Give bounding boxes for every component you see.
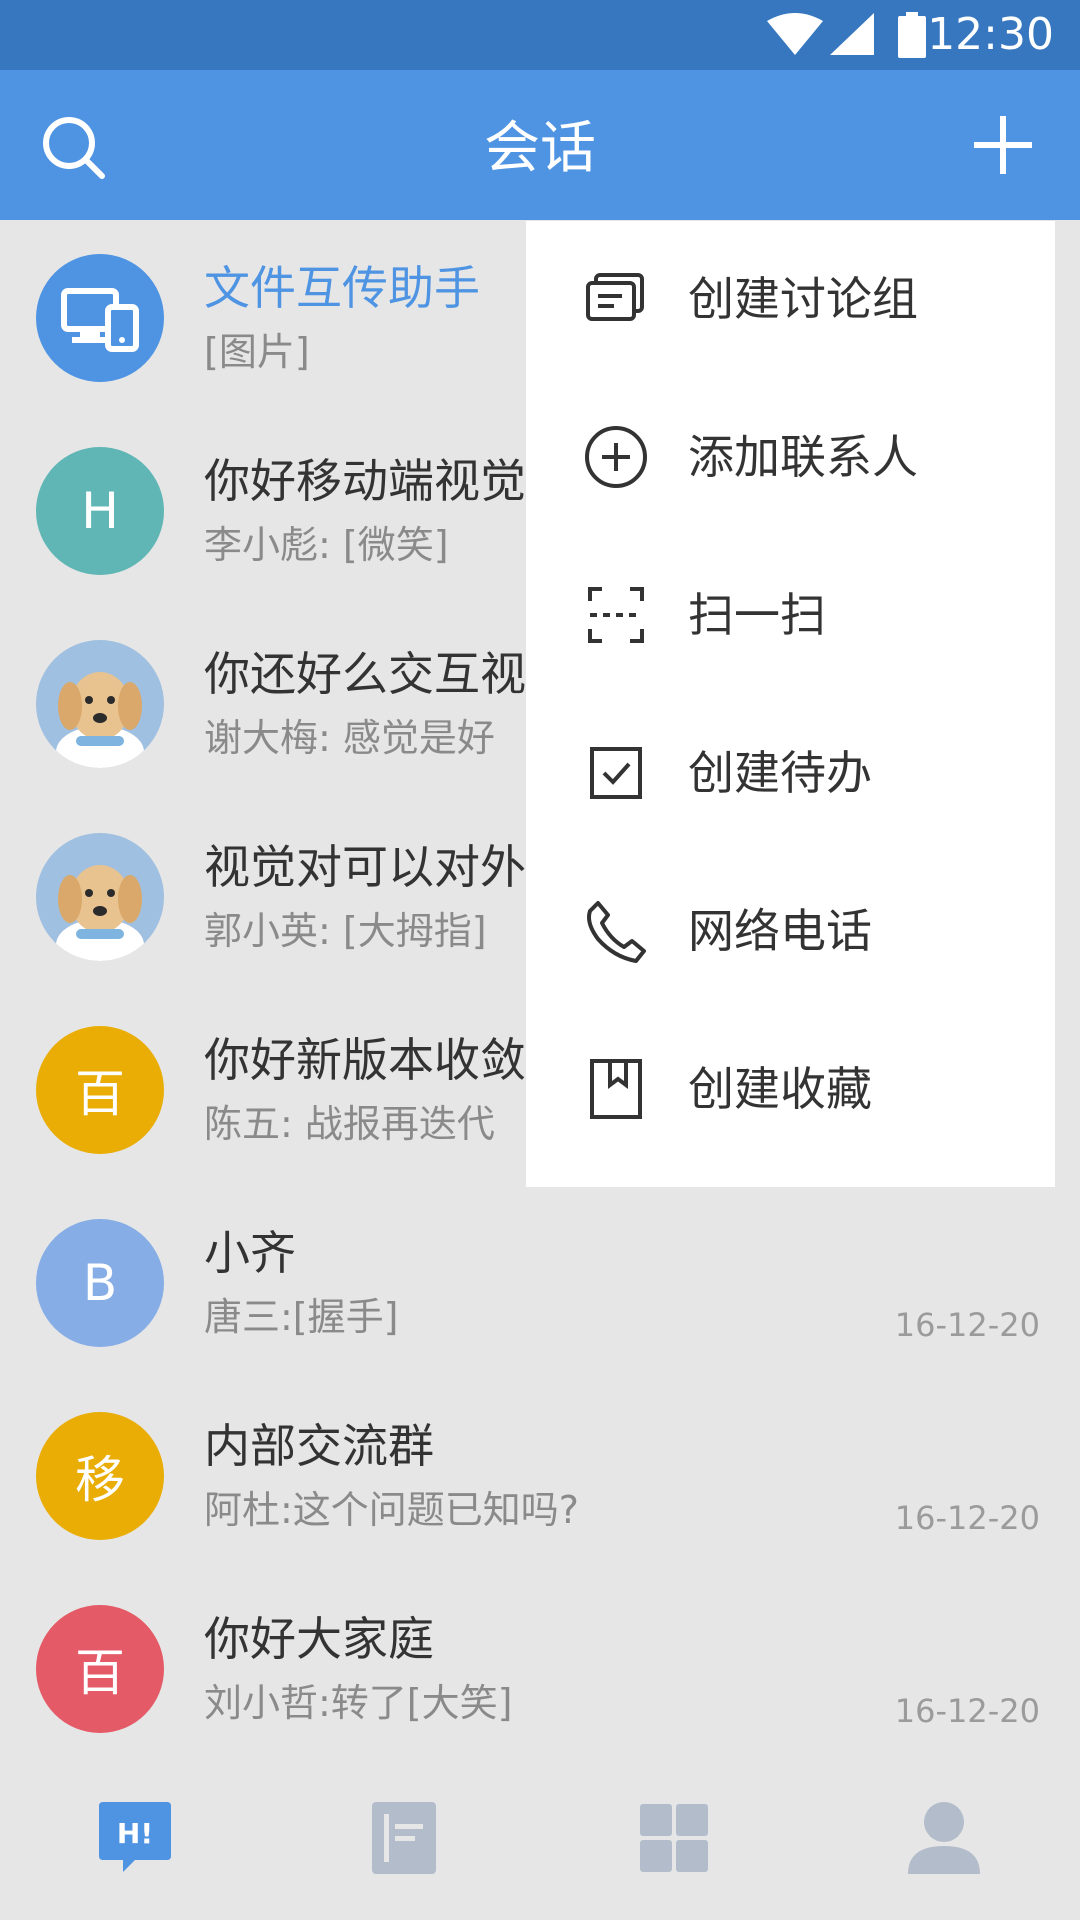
document-icon [372, 1802, 436, 1874]
menu-item-create-todo[interactable]: 创建待办 [526, 695, 1055, 853]
conversation-name: 内部交流群 [204, 1419, 434, 1473]
conversation-date: 16-12-20 [894, 1306, 1040, 1344]
conversation-date: 16-12-20 [894, 1499, 1040, 1537]
conversation-preview: 郭小英: [大拇指] [204, 909, 487, 953]
chat-bubble-icon: H! [99, 1802, 171, 1872]
discussion-group-icon [586, 273, 644, 321]
conversation-row[interactable]: 百 你好大家庭 刘小哲:转了[大笑] 16-12-20 [0, 1571, 1080, 1764]
avatar: H [36, 447, 164, 575]
tab-documents[interactable] [364, 1798, 454, 1888]
menu-item-create-favorite[interactable]: 创建收藏 [526, 1011, 1055, 1169]
conversation-preview: [图片] [204, 330, 310, 374]
menu-item-label: 扫一扫 [688, 588, 826, 642]
avatar: 百 [36, 1605, 164, 1733]
puppy-photo [56, 865, 144, 961]
checkbox-icon [590, 747, 642, 799]
menu-item-add-contact[interactable]: 添加联系人 [526, 379, 1055, 537]
page-title: 会话 [484, 116, 596, 181]
avatar: 百 [36, 1026, 164, 1154]
status-bar: 12:30 [0, 0, 1080, 70]
add-circle-icon [585, 426, 647, 488]
menu-item-network-call[interactable]: 网络电话 [526, 853, 1055, 1011]
conversation-preview: 阿杜:这个问题已知吗? [204, 1488, 579, 1532]
app-header: 会话 [0, 70, 1080, 220]
plus-icon[interactable] [972, 114, 1034, 176]
wifi-icon [767, 13, 823, 55]
avatar [36, 833, 164, 961]
devices-icon [61, 288, 139, 352]
conversation-date: 16-12-20 [894, 1692, 1040, 1730]
conversation-name: 你好新版本收敛 [204, 1033, 526, 1087]
conversation-name: 你好大家庭 [204, 1612, 434, 1666]
battery-icon [898, 12, 926, 58]
conversation-name: 你好移动端视觉 [204, 454, 526, 508]
phone-icon [587, 901, 646, 963]
menu-item-scan[interactable]: 扫一扫 [526, 537, 1055, 695]
menu-item-label: 创建待办 [688, 746, 872, 800]
conversation-preview: 唐三:[握手] [204, 1295, 399, 1339]
avatar [36, 640, 164, 768]
plus-dropdown-menu: 创建讨论组 添加联系人 扫一扫 创建待办 网络电话 创建收藏 [526, 221, 1055, 1187]
cell-signal-icon [830, 13, 874, 55]
menu-item-label: 创建讨论组 [688, 272, 918, 326]
menu-item-create-discussion[interactable]: 创建讨论组 [526, 221, 1055, 379]
conversation-name: 文件互传助手 [204, 261, 480, 315]
conversation-preview: 谢大梅: 感觉是好 [204, 716, 495, 760]
conversation-name: 你还好么交互视 [204, 647, 526, 701]
avatar: 移 [36, 1412, 164, 1540]
menu-item-label: 添加联系人 [688, 430, 918, 484]
menu-item-label: 创建收藏 [688, 1062, 872, 1116]
tab-conversations[interactable]: H! [95, 1798, 185, 1888]
menu-item-label: 网络电话 [688, 904, 872, 958]
tab-apps[interactable] [634, 1798, 724, 1888]
status-time: 12:30 [927, 9, 1054, 60]
bottom-tab-bar: H! [0, 1770, 1080, 1920]
apps-grid-icon [640, 1804, 708, 1872]
conversation-row[interactable]: B 小齐 唐三:[握手] 16-12-20 [0, 1185, 1080, 1378]
avatar: B [36, 1219, 164, 1347]
conversation-preview: 刘小哲:转了[大笑] [204, 1681, 513, 1725]
puppy-photo [56, 672, 144, 768]
avatar [36, 254, 164, 382]
scan-icon [588, 587, 644, 643]
chat-bubble-label: H! [117, 1817, 153, 1850]
tab-profile[interactable] [904, 1798, 994, 1888]
conversation-preview: 李小彪: [微笑] [204, 523, 449, 567]
conversation-name: 小齐 [204, 1226, 296, 1280]
conversation-preview: 陈五: 战报再迭代 [204, 1102, 495, 1146]
conversation-row[interactable]: 移 内部交流群 阿杜:这个问题已知吗? 16-12-20 [0, 1378, 1080, 1571]
conversation-name: 视觉对可以对外 [204, 840, 526, 894]
bookmark-icon [590, 1059, 642, 1119]
person-icon [908, 1802, 980, 1874]
